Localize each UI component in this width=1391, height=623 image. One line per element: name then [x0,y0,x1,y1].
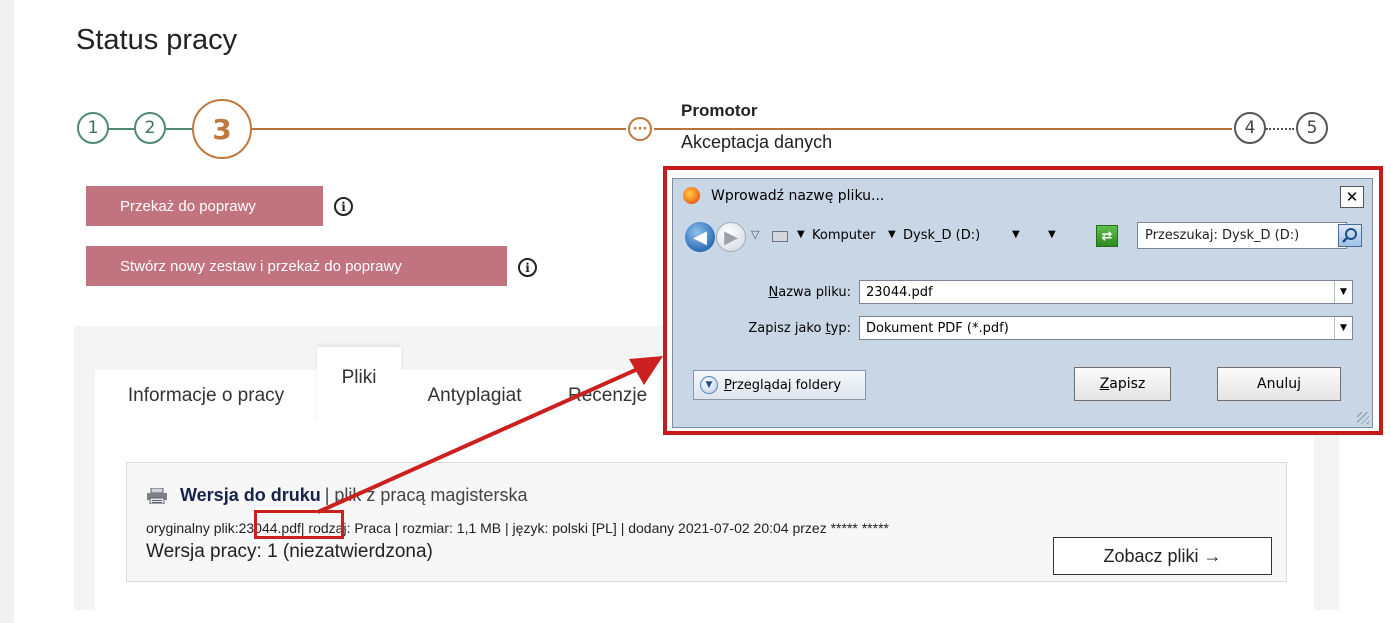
breadcrumb-drive[interactable]: Dysk_D (D:) [903,228,980,243]
dialog-title: Wprowadź nazwę pliku... [711,188,885,204]
chevron-down-icon[interactable]: ▼ [1334,281,1352,303]
firefox-icon [683,187,700,204]
browse-label-rest: rzeglądaj foldery [731,377,842,393]
chevron-down-icon[interactable]: ▼ [1012,229,1020,240]
filename-value: 23044.pdf [866,284,933,300]
save-file-dialog: Wprowadź nazwę pliku... ✕ ◀ ▶ ▽ ▼ Komput… [672,178,1373,428]
filetype-label-rest: yp: [830,321,851,336]
filetype-label-prefix: Zapisz jako [748,321,826,336]
filetype-label: Zapisz jako typ: [713,321,851,336]
back-arrow-icon[interactable]: ◀ [685,222,715,252]
save-label-rest: apisz [1109,376,1146,392]
dialog-address-bar: ◀ ▶ ▽ ▼ Komputer ▼ Dysk_D (D:) ▼ ▼ ⇄ Prz… [673,219,1372,252]
search-icon[interactable] [1338,224,1362,247]
drive-icon [772,231,788,242]
chevron-down-icon[interactable]: ▼ [1334,317,1352,339]
filename-label-rest: azwa pliku: [778,285,851,300]
forward-arrow-icon[interactable]: ▶ [716,222,746,252]
save-label-accel: Z [1099,376,1110,392]
cancel-button[interactable]: Anuluj [1217,367,1341,401]
filetype-value: Dokument PDF (*.pdf) [866,320,1009,336]
breadcrumb-computer[interactable]: Komputer [812,228,875,243]
filename-field[interactable]: 23044.pdf ▼ [859,280,1353,304]
close-icon[interactable]: ✕ [1340,186,1364,208]
dialog-titlebar: Wprowadź nazwę pliku... ✕ [673,179,1372,213]
resize-grip-icon[interactable] [1357,412,1369,424]
chevron-down-icon[interactable]: ▼ [797,229,805,240]
filename-label: Nazwa pliku: [713,285,851,300]
browse-label-accel: P [724,377,732,393]
history-dropdown-icon[interactable]: ▽ [751,228,759,241]
refresh-icon[interactable]: ⇄ [1096,225,1118,247]
chevron-down-icon[interactable]: ▼ [888,229,896,240]
search-input[interactable]: Przeszukaj: Dysk_D (D:) [1137,222,1347,249]
browse-folders-button[interactable]: ▼ Przeglądaj foldery [693,370,866,400]
expand-chevron-icon: ▼ [700,376,718,394]
browse-folders-label: Przeglądaj foldery [724,378,841,393]
filename-label-accel: N [768,285,779,300]
path-history-dropdown-icon[interactable]: ▼ [1048,229,1056,240]
filetype-select[interactable]: Dokument PDF (*.pdf) ▼ [859,316,1353,340]
save-button[interactable]: Zapisz [1074,367,1171,401]
